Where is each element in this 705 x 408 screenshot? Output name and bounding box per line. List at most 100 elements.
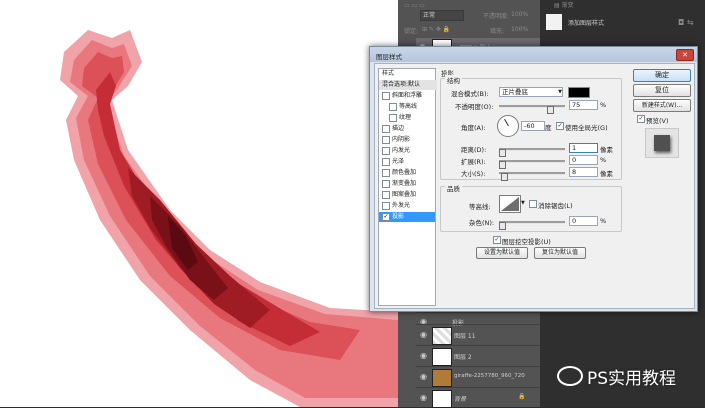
antialias-checkbox[interactable] [529, 200, 537, 208]
style-item-checkbox[interactable] [382, 146, 390, 155]
style-item-label: 描边 [392, 125, 405, 132]
ok-button[interactable]: 确定 [633, 69, 691, 82]
global-light-label: 使用全局光(G) [565, 124, 608, 132]
style-item[interactable]: 光泽 [379, 157, 435, 167]
new-style-button[interactable]: 新建样式(W)... [633, 99, 691, 112]
style-item[interactable]: ✓ 投影 [379, 212, 435, 222]
style-item-checkbox[interactable] [389, 102, 397, 111]
size-label: 大小(S): [461, 170, 486, 178]
style-item-label: 纹理 [399, 114, 412, 121]
layer-row[interactable]: ◉ 图层 2 [416, 345, 540, 366]
angle-input[interactable]: -60 [521, 121, 545, 131]
visibility-eye-icon[interactable]: ◉ [420, 393, 427, 402]
style-item[interactable]: 纹理 [379, 113, 435, 123]
style-item[interactable]: 图案叠加 [379, 190, 435, 200]
style-item[interactable]: 渐变叠加 [379, 179, 435, 189]
history-item[interactable]: 添加图层样式 [568, 18, 604, 27]
contour-curve-icon [501, 197, 519, 211]
contour-label: 等高线: [469, 203, 491, 211]
layer-name[interactable]: giraffe-2257780_960_720 [454, 373, 525, 379]
dialog-title-bar[interactable]: 图层样式 ✕ [370, 47, 697, 62]
panel-top-strip: ▭ ▭ ▭ [404, 2, 425, 9]
style-item-checkbox[interactable] [382, 124, 390, 133]
style-item-checkbox[interactable] [382, 168, 390, 177]
size-input[interactable]: 8 [569, 167, 598, 177]
layer-name[interactable]: 图层 2 [454, 352, 472, 361]
size-unit: 像素 [600, 170, 613, 178]
blend-options-item[interactable]: 混合选项:默认 [379, 80, 437, 90]
style-item[interactable]: 描边 [379, 124, 435, 134]
noise-slider-knob[interactable] [499, 222, 506, 230]
document-canvas[interactable] [0, 0, 398, 407]
noise-label: 杂色(N): [469, 219, 495, 227]
visibility-eye-icon[interactable]: ◉ [420, 351, 427, 360]
style-item-label: 颜色叠加 [392, 169, 417, 176]
size-slider[interactable] [499, 172, 565, 175]
visibility-eye-icon[interactable]: ◉ [420, 330, 427, 339]
blend-mode-select[interactable]: 正片叠底 ▼ [499, 87, 563, 97]
style-item-label: 内发光 [392, 147, 411, 154]
spread-slider[interactable] [499, 160, 565, 163]
style-item[interactable]: 斜面和浮雕 [379, 91, 435, 101]
style-item[interactable]: 颜色叠加 [379, 168, 435, 178]
style-item-checkbox[interactable] [382, 190, 390, 199]
spread-slider-knob[interactable] [499, 161, 506, 169]
blend-mode-select[interactable]: 正常 [420, 10, 464, 21]
fill-value[interactable]: 100% [511, 26, 528, 33]
visibility-eye-icon[interactable]: ◉ [420, 372, 427, 381]
angle-label: 角度(A): [461, 124, 486, 132]
shadow-color-swatch[interactable] [568, 87, 590, 98]
lock-icons[interactable]: ⊞ ✎ ✥ 🔒 [422, 26, 450, 33]
contour-dropdown-icon[interactable]: ▼ [521, 200, 525, 206]
noise-slider[interactable] [499, 221, 565, 224]
layer-thumbnail [432, 327, 452, 345]
make-default-button[interactable]: 设置为默认值 [476, 247, 528, 259]
opacity-input[interactable]: 75 [569, 100, 598, 110]
angle-dial[interactable] [497, 115, 519, 137]
reset-default-button[interactable]: 复位为默认值 [534, 247, 586, 259]
settings-area: 投影 结构 混合模式(B): 正片叠底 ▼ 不透明度(O): 75 % 角度(A)… [438, 68, 628, 304]
style-item[interactable]: 内阴影 [379, 135, 435, 145]
layer-name[interactable]: 背景 [454, 394, 466, 403]
preview-swatch [654, 135, 670, 151]
style-item-checkbox[interactable] [382, 201, 390, 210]
size-slider-knob[interactable] [501, 173, 508, 181]
blend-mode-value: 正片叠底 [502, 88, 528, 96]
noise-unit: % [600, 217, 607, 225]
styles-header[interactable]: 样式 [379, 69, 437, 79]
reset-button[interactable]: 复位 [633, 84, 691, 97]
noise-input[interactable]: 0 [569, 216, 598, 226]
layer-row[interactable]: ◉ 背景 🔒 [416, 387, 540, 408]
opacity-value[interactable]: 100% [511, 11, 528, 18]
distance-label: 距离(D): [461, 146, 487, 154]
layer-row[interactable]: ◉ giraffe-2257780_960_720 [416, 366, 540, 387]
distance-input[interactable]: 1 [569, 143, 598, 153]
knockout-checkbox[interactable]: ✓ [493, 236, 501, 244]
distance-slider-knob[interactable] [499, 149, 506, 157]
layer-row[interactable]: ◉ 图层 11 [416, 324, 540, 345]
contour-preview[interactable] [499, 195, 521, 213]
style-item-checkbox[interactable] [382, 157, 390, 166]
style-item[interactable]: 外发光 [379, 201, 435, 211]
history-thumbnail [546, 14, 562, 30]
layer-name[interactable]: 图层 11 [454, 331, 476, 340]
style-preview-box [645, 128, 679, 158]
style-item-checkbox[interactable]: ✓ [382, 212, 390, 221]
preview-checkbox[interactable]: ✓ [637, 115, 645, 123]
global-light-checkbox[interactable]: ✓ [556, 122, 564, 130]
opacity-slider-knob[interactable] [547, 106, 554, 114]
spread-input[interactable]: 0 [569, 155, 598, 165]
style-item[interactable]: 等高线 [379, 102, 435, 112]
preview-label: 预览(V) [646, 117, 669, 125]
style-item-checkbox[interactable] [382, 91, 390, 100]
style-item-checkbox[interactable] [382, 179, 390, 188]
distance-slider[interactable] [499, 148, 565, 151]
style-item[interactable]: 内发光 [379, 146, 435, 156]
close-icon[interactable]: ✕ [676, 49, 694, 61]
camera-icon[interactable]: ◘ ⇆ [678, 18, 694, 27]
knockout-label: 图层挖空投影(U) [502, 238, 551, 246]
style-item-checkbox[interactable] [382, 135, 390, 144]
opacity-slider[interactable] [499, 105, 565, 108]
lock-label: 锁定: [404, 28, 419, 35]
style-item-checkbox[interactable] [389, 113, 397, 122]
